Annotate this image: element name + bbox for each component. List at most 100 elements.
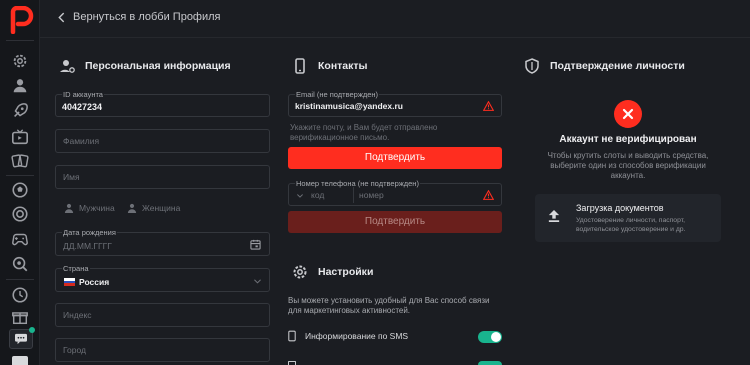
warning-icon (483, 101, 494, 111)
phone-label: Номер телефона (не подтвержден) (295, 179, 420, 188)
sidebar-item-rocket[interactable] (10, 101, 30, 121)
confirm-phone-button[interactable]: Подтвердить (288, 211, 502, 233)
search-ball-icon (12, 256, 28, 272)
gamepad-icon (12, 233, 28, 246)
country-value: Россия (79, 277, 110, 287)
chevron-down-icon[interactable] (297, 194, 303, 198)
account-id-value: 40427234 (62, 102, 103, 112)
sidebar-item-football[interactable] (10, 180, 30, 200)
gear-icon (293, 265, 307, 279)
settings-title-text: Настройки (318, 266, 374, 278)
email-hint-line: Укажите почту, и Вам будет отправлено (290, 123, 438, 132)
upload-desc-line: Удостоверение личности, паспорт, (576, 217, 685, 224)
rocket-icon (14, 103, 28, 117)
settings-description-line: для маркетинговых активностей. (288, 306, 411, 315)
country-label: Страна (62, 264, 90, 273)
football-icon (12, 182, 28, 198)
phone-icon (295, 58, 305, 74)
identity-verification-title-text: Подтверждение личности (550, 60, 685, 72)
sidebar-item-chat[interactable] (9, 327, 35, 349)
email-hint-line: верификационное письмо. (290, 133, 390, 142)
sidebar-divider (6, 40, 34, 41)
contacts-title: Контакты (292, 58, 368, 74)
email-label: Email (не подтвержден) (295, 90, 380, 99)
surname-field[interactable]: Фамилия (55, 129, 270, 153)
user-settings-icon (60, 60, 75, 73)
sidebar-item-clock[interactable] (10, 285, 30, 305)
notification-dot (29, 327, 35, 333)
city-placeholder: Город (63, 345, 86, 355)
warning-icon (483, 190, 494, 200)
verification-description-line: аккаунта. (610, 171, 646, 180)
settings-title: Настройки (292, 264, 373, 280)
female-icon (127, 203, 137, 213)
index-field[interactable]: Индекс (55, 303, 270, 327)
name-field[interactable]: Имя (55, 165, 270, 189)
phone-icon (288, 330, 296, 342)
gear-icon (13, 54, 27, 68)
index-placeholder: Индекс (63, 310, 92, 320)
calendar-icon[interactable] (250, 239, 261, 250)
city-field[interactable]: Город (55, 338, 270, 362)
back-to-profile-lobby-link[interactable]: Вернуться в лобби Профиля (58, 11, 221, 23)
phone-field-divider (353, 187, 354, 203)
sms-setting-row: Информирование по SMS (288, 330, 408, 342)
sidebar-item-settings[interactable] (10, 51, 30, 71)
sidebar-item-search-ball[interactable] (10, 254, 30, 274)
email-hint: Укажите почту, и Вам будет отправлено ве… (290, 123, 437, 143)
sidebar (0, 0, 40, 365)
header-divider (40, 37, 750, 38)
country-select[interactable]: Страна Россия (55, 264, 270, 292)
chevron-down-icon (254, 279, 261, 284)
next-setting-icon (288, 361, 296, 365)
account-id-field: ID аккаунта 40427234 (55, 90, 270, 117)
next-setting-toggle[interactable] (478, 361, 502, 365)
sidebar-divider (6, 175, 34, 176)
error-status-icon (614, 100, 642, 128)
back-label: Вернуться в лобби Профиля (73, 11, 221, 23)
gender-female-label: Женщина (142, 203, 181, 213)
sidebar-item-gift[interactable] (10, 307, 30, 327)
gender-female-option[interactable]: Женщина (127, 203, 180, 213)
sidebar-item-more[interactable] (12, 356, 28, 365)
russia-flag-icon (64, 278, 75, 286)
male-icon (64, 203, 74, 213)
phone-field[interactable]: Номер телефона (не подтвержден) код номе… (288, 179, 502, 206)
sidebar-item-target[interactable] (10, 204, 30, 224)
cards-icon (11, 154, 29, 168)
phone-number-placeholder: номер (359, 189, 384, 200)
sidebar-item-cards[interactable] (10, 151, 30, 171)
account-id-label: ID аккаунта (62, 90, 104, 99)
sidebar-item-tv[interactable] (10, 127, 30, 147)
sidebar-item-profile[interactable] (10, 75, 30, 95)
sidebar-item-gamepad[interactable] (10, 229, 30, 249)
clock-icon (12, 287, 28, 303)
toggle-knob (491, 332, 501, 342)
upload-desc-line: водительское удостоверение и др. (576, 226, 686, 233)
verification-description-line: Чтобы крутить слоты и выводить средства, (547, 151, 709, 160)
verification-description-line: выберите один из способов верификации (550, 161, 706, 170)
chat-icon (15, 333, 27, 345)
personal-info-title: Персональная информация (59, 58, 231, 74)
birthdate-field[interactable]: Дата рождения ДД.ММ.ГГГГ (55, 228, 270, 256)
personal-info-title-text: Персональная информация (85, 60, 231, 72)
tv-icon (11, 129, 29, 145)
gender-male-label: Мужчина (79, 203, 115, 213)
sms-setting-label: Информирование по SMS (305, 331, 409, 341)
verification-description: Чтобы крутить слоты и выводить средства,… (535, 151, 721, 181)
identity-verification-title: Подтверждение личности (524, 58, 685, 74)
upload-documents-card[interactable]: Загрузка документов Удостоверение личнос… (535, 194, 721, 242)
gender-male-option[interactable]: Мужчина (64, 203, 115, 213)
contacts-title-text: Контакты (318, 60, 368, 72)
name-placeholder: Имя (63, 172, 80, 182)
surname-placeholder: Фамилия (63, 136, 100, 146)
sms-toggle[interactable] (478, 331, 502, 343)
settings-description-line: Вы можете установить удобный для Вас спо… (288, 296, 490, 305)
user-icon (13, 79, 27, 93)
close-icon (622, 108, 634, 120)
confirm-email-button[interactable]: Подтвердить (288, 147, 502, 169)
birthdate-placeholder: ДД.ММ.ГГГГ (63, 241, 112, 251)
verification-status: Аккаунт не верифицирован (559, 134, 697, 145)
logo[interactable] (8, 5, 34, 35)
email-field[interactable]: Email (не подтвержден) kristinamusica@ya… (288, 90, 502, 117)
